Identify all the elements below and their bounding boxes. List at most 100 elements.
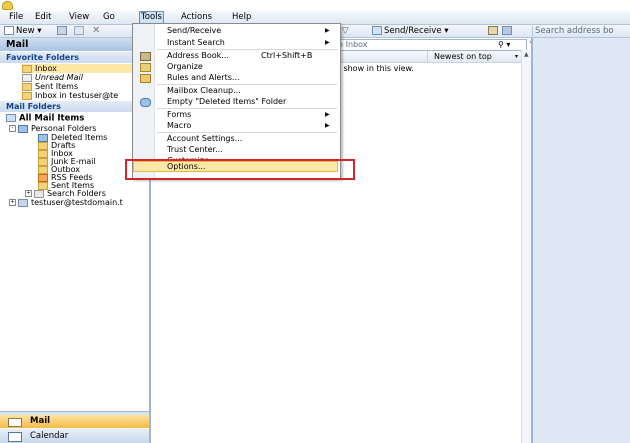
menu-go[interactable]: Go (103, 12, 115, 23)
menu-item-macro[interactable]: Macro ▶ (133, 120, 340, 131)
reading-pane (531, 38, 630, 443)
menu-item-label: Address Book... (167, 51, 229, 60)
title-bar (0, 0, 630, 10)
new-button[interactable]: New ▾ (4, 26, 42, 36)
scroll-up-icon[interactable]: ▲ (524, 51, 529, 58)
menu-item-empty-deleted-items[interactable]: Empty "Deleted Items" Folder (133, 96, 340, 107)
organize-icon (140, 63, 151, 72)
account-folder[interactable]: + testuser@testdomain.t (9, 198, 123, 207)
nav-button-mail[interactable]: Mail (0, 415, 149, 428)
menu-file[interactable]: File (9, 12, 23, 23)
all-mail-items-label: All Mail Items (19, 113, 85, 124)
search-icon[interactable]: ⚲ ▾ (498, 40, 510, 50)
menu-item-label: Organize (167, 62, 203, 71)
menu-item-label: Rules and Alerts... (167, 73, 240, 82)
instant-search-box[interactable]: h Inbox ⚲ ▾ (337, 39, 527, 51)
all-mail-items[interactable]: All Mail Items (6, 114, 84, 123)
folder-search-label: Search Folders (47, 189, 106, 198)
folder-icon (22, 82, 32, 91)
collapse-icon[interactable]: - (9, 125, 16, 132)
mail-icon (8, 418, 22, 427)
menu-item-label: Mailbox Cleanup... (167, 86, 241, 95)
personal-folders[interactable]: - Personal Folders (9, 124, 96, 133)
menu-item-shortcut: Ctrl+Shift+B (261, 51, 313, 60)
favorite-unread-mail[interactable]: Unread Mail (22, 73, 83, 82)
address-book-toolbar-icon (502, 26, 514, 36)
menu-help[interactable]: Help (232, 12, 251, 23)
search-folder-icon (22, 73, 32, 82)
folder-search-folders[interactable]: + Search Folders (25, 189, 106, 198)
submenu-arrow-icon: ▶ (325, 39, 330, 46)
empty-view-message: o show in this view. (336, 64, 414, 73)
delete-icon: ✕ (92, 25, 101, 36)
menu-item-label: Forms (167, 110, 192, 119)
menu-edit[interactable]: Edit (35, 12, 51, 23)
delete-button[interactable]: ✕ (92, 26, 102, 36)
submenu-arrow-icon: ▶ (325, 111, 330, 118)
search-folders-icon (34, 189, 44, 198)
menu-item-rules-and-alerts[interactable]: Rules and Alerts... (133, 72, 340, 83)
send-receive-button[interactable]: Send/Receive ▾ (372, 26, 449, 36)
nav-mail-label: Mail (30, 416, 51, 426)
menu-item-trust-center[interactable]: Trust Center... (133, 144, 340, 155)
tools-menu-dropdown: Send/Receive ▶ Instant Search ▶ Address Bo… (132, 23, 341, 179)
menu-item-label: Instant Search (167, 38, 225, 47)
address-book-icon (488, 26, 498, 35)
filter-button[interactable]: ▽ (342, 26, 352, 36)
favorite-sent-label: Sent Items (35, 82, 79, 91)
sort-chevron-icon[interactable]: ▾ (515, 51, 518, 62)
sort-order-label[interactable]: Newest on top (427, 51, 520, 62)
favorite-inbox-testuser-label: Inbox in testuser@te (35, 91, 119, 100)
address-book-icon (140, 52, 151, 61)
menu-view[interactable]: View (69, 12, 89, 23)
print-icon (57, 26, 67, 35)
expand-icon[interactable]: + (25, 190, 32, 197)
menu-item-account-settings[interactable]: Account Settings... (133, 133, 340, 144)
favorite-inbox[interactable]: Inbox (22, 64, 140, 73)
favorite-sent-items[interactable]: Sent Items (22, 82, 78, 91)
new-button-label: New (16, 26, 35, 36)
menu-item-instant-search[interactable]: Instant Search ▶ (133, 37, 340, 48)
favorite-inbox-testuser[interactable]: Inbox in testuser@te (22, 91, 118, 100)
mail-folders-header[interactable]: Mail Folders (0, 101, 149, 112)
folder-icon (22, 64, 32, 73)
nav-button-calendar[interactable]: Calendar (0, 429, 149, 443)
favorite-unread-label: Unread Mail (35, 73, 83, 82)
move-button[interactable] (74, 26, 84, 36)
account-label: testuser@testdomain.t (31, 198, 123, 207)
favorite-inbox-label: Inbox (35, 64, 57, 73)
menu-item-label: Account Settings... (167, 134, 243, 143)
menu-item-label: Macro (167, 121, 192, 130)
address-book-button[interactable] (488, 26, 500, 36)
menu-item-label: Trust Center... (167, 145, 223, 154)
menu-item-forms[interactable]: Forms ▶ (133, 109, 340, 120)
rules-icon (140, 74, 151, 83)
search-address-books-input[interactable]: Search address bo (532, 26, 630, 36)
menu-item-send-receive[interactable]: Send/Receive ▶ (133, 25, 340, 36)
folder-icon (22, 91, 32, 100)
submenu-arrow-icon: ▶ (325, 27, 330, 34)
menu-item-organize[interactable]: Organize (133, 61, 340, 72)
expand-icon[interactable]: + (9, 199, 16, 206)
mailbox-icon (18, 198, 28, 207)
menu-item-address-book[interactable]: Address Book... Ctrl+Shift+B (133, 50, 340, 61)
move-icon (74, 26, 84, 35)
all-mail-icon (6, 114, 16, 122)
filter-icon: ▽ (342, 26, 349, 36)
arrange-by-bar[interactable]: Newest on top ▾ (337, 51, 525, 63)
personal-folders-label: Personal Folders (31, 124, 97, 133)
menu-actions[interactable]: Actions (181, 12, 212, 23)
menu-item-mailbox-cleanup[interactable]: Mailbox Cleanup... (133, 85, 340, 96)
search-box-text: h Inbox (338, 40, 368, 49)
highlight-annotation-box (125, 159, 355, 180)
nav-pane-title: Mail (0, 38, 149, 51)
send-receive-label: Send/Receive (384, 26, 442, 36)
personal-folders-icon (18, 124, 28, 133)
print-button[interactable] (57, 26, 67, 36)
outlook-app-icon (2, 1, 13, 10)
new-mail-icon (4, 26, 14, 35)
submenu-arrow-icon: ▶ (325, 122, 330, 129)
empty-folder-icon (140, 98, 151, 107)
menu-item-label: Send/Receive (167, 26, 222, 35)
favorite-folders-header[interactable]: Favorite Folders (0, 52, 149, 63)
